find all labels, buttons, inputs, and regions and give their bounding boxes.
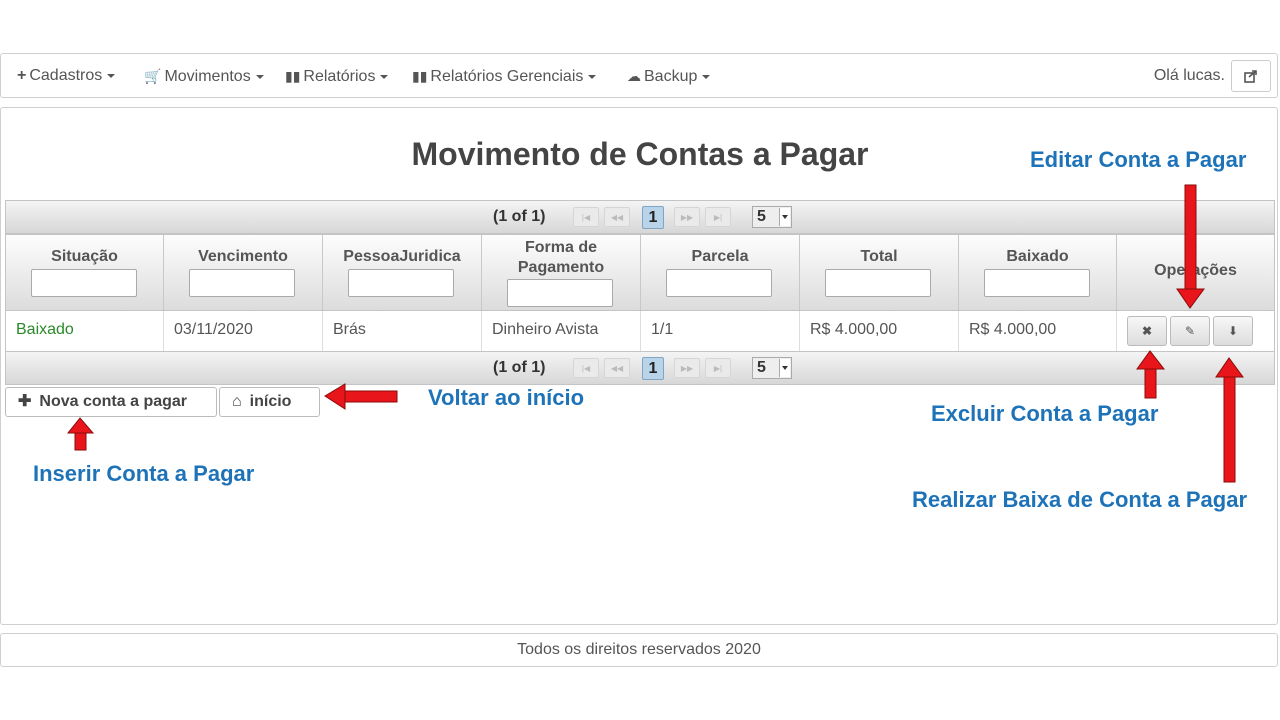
arrow-back [324,383,398,410]
annotation-insert: Inserir Conta a Pagar [33,461,255,486]
annotation-edit: Editar Conta a Pagar [1030,147,1247,172]
arrow-settle [1215,357,1244,483]
annotation-settle: Realizar Baixa de Conta a Pagar [912,487,1248,512]
annotation-back: Voltar ao início [428,385,585,410]
arrow-delete [1136,350,1166,399]
arrow-insert [66,417,95,451]
annotation-arrows [66,184,1244,483]
arrow-edit [1176,184,1205,309]
annotation-delete: Excluir Conta a Pagar [931,401,1159,426]
footer: Todos os direitos reservados 2020 [0,633,1278,667]
